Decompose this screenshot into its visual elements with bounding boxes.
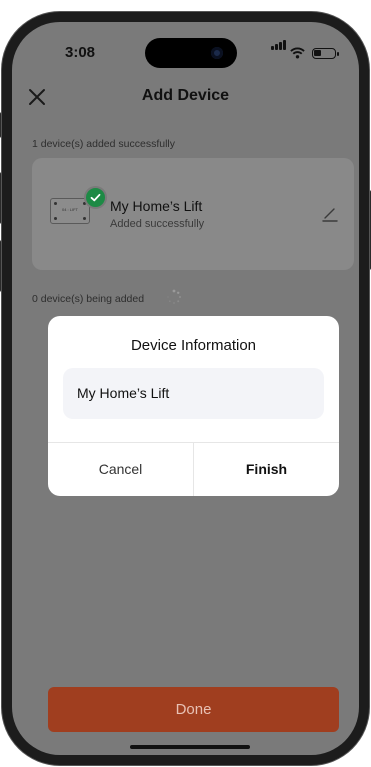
status-time: 3:08 [65, 44, 96, 61]
dynamic-island [145, 38, 237, 68]
loading-spinner-icon [167, 289, 182, 304]
finish-button[interactable]: Finish [194, 442, 339, 496]
battery-icon [312, 48, 339, 59]
cancel-button[interactable]: Cancel [48, 442, 193, 496]
page-title: Add Device [141, 87, 230, 104]
home-indicator[interactable] [130, 745, 250, 749]
nav-bar: Add Device [12, 82, 359, 112]
adding-section-label: 0 device(s) being added [32, 293, 145, 305]
device-information-dialog: Device Information My Home’s Lift Cancel… [48, 316, 339, 496]
status-bar: 3:08 [12, 22, 359, 82]
device-name: My Home’s Lift [110, 198, 203, 214]
phone-frame: 3:08 Add Device 1 device(s) added succes… [2, 12, 369, 765]
device-status: Added successfully [110, 218, 205, 230]
done-button[interactable]: Done [48, 687, 339, 732]
device-image-label: 04 : LIFT [61, 207, 78, 212]
added-device-card[interactable]: 04 : LIFT My Home’s Lift Added successfu… [32, 158, 354, 270]
dialog-title: Device Information [130, 337, 257, 354]
success-check-icon [84, 186, 107, 209]
device-name-input[interactable]: My Home’s Lift [63, 368, 324, 419]
screen: 3:08 Add Device 1 device(s) added succes… [12, 22, 359, 755]
added-section-label: 1 device(s) added successfully [32, 138, 175, 150]
camera-icon [211, 47, 223, 59]
edit-pencil-icon[interactable] [322, 206, 338, 222]
wifi-icon [290, 47, 305, 59]
